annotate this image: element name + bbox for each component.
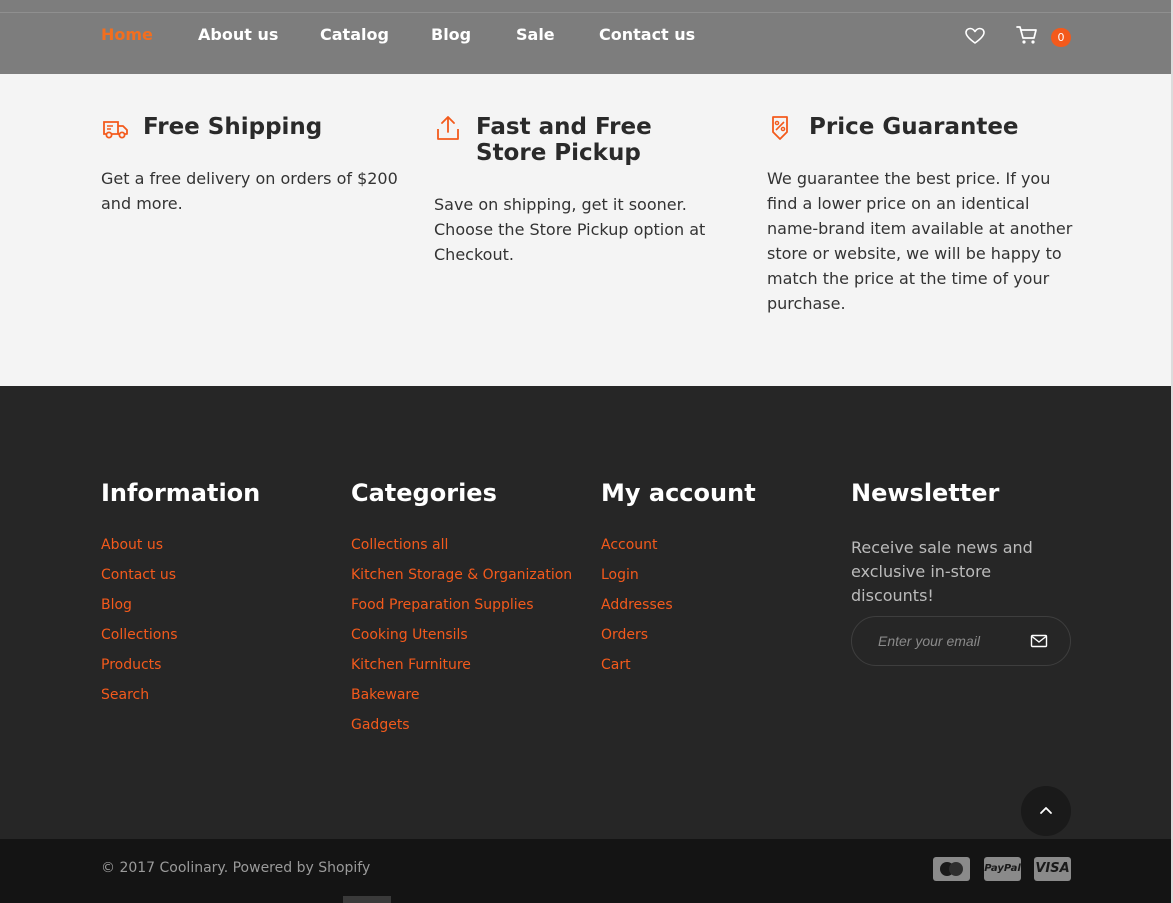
cart-icon[interactable]: [1015, 24, 1039, 46]
footer-link-products[interactable]: Products: [101, 657, 161, 673]
footer-heading: My account: [601, 479, 756, 507]
footer-link-orders[interactable]: Orders: [601, 627, 648, 643]
footer: Information About us Contact us Blog Col…: [0, 386, 1173, 839]
features-section: Free Shipping Get a free delivery on ord…: [0, 74, 1173, 386]
footer-link-blog[interactable]: Blog: [101, 597, 132, 613]
header: Home About us Catalog Blog Sale Contact …: [0, 0, 1173, 74]
main-nav: Home About us Catalog Blog Sale Contact …: [101, 24, 699, 46]
nav-blog[interactable]: Blog: [431, 24, 516, 46]
footer-link-gadgets[interactable]: Gadgets: [351, 717, 410, 733]
nav-contact-us[interactable]: Contact us: [599, 24, 699, 46]
footer-heading: Categories: [351, 479, 497, 507]
newsletter-text: Receive sale news and exclusive in-store…: [851, 538, 1033, 605]
list-item: Collections: [101, 624, 321, 654]
header-divider: [0, 12, 1173, 13]
footer-link-collections-all[interactable]: Collections all: [351, 537, 448, 553]
footer-my-account: My account Account Login Addresses Order…: [601, 478, 821, 684]
footer-newsletter: Newsletter Receive sale news and exclusi…: [851, 478, 1073, 666]
footer-link-search[interactable]: Search: [101, 687, 149, 703]
list-item: Kitchen Storage & Organization: [351, 564, 581, 594]
footer-links: Collections all Kitchen Storage & Organi…: [351, 534, 581, 744]
footer-link-account[interactable]: Account: [601, 537, 658, 553]
price-tag-icon: [767, 114, 797, 142]
truck-icon: [101, 114, 131, 142]
cart-count-badge[interactable]: 0: [1051, 28, 1071, 47]
list-item: Food Preparation Supplies: [351, 594, 581, 624]
list-item: Contact us: [101, 564, 321, 594]
list-item: Orders: [601, 624, 821, 654]
list-item: Gadgets: [351, 714, 581, 744]
upload-icon: [434, 114, 464, 142]
nav-home[interactable]: Home: [101, 24, 198, 46]
footer-link-login[interactable]: Login: [601, 567, 639, 583]
list-item: Login: [601, 564, 821, 594]
footer-links: About us Contact us Blog Collections Pro…: [101, 534, 321, 714]
mastercard-icon: [933, 857, 970, 881]
footer-link-contact-us[interactable]: Contact us: [101, 567, 176, 583]
feature-text: Save on shipping, get it sooner. Choose …: [434, 195, 706, 264]
footer-link-cooking-utensils[interactable]: Cooking Utensils: [351, 627, 468, 643]
list-item: About us: [101, 534, 321, 564]
newsletter-form: [851, 616, 1071, 666]
feature-title: Price Guarantee: [809, 114, 1019, 140]
feature-title: Free Shipping: [143, 114, 323, 140]
list-item: Search: [101, 684, 321, 714]
footer-link-food-preparation[interactable]: Food Preparation Supplies: [351, 597, 534, 613]
footer-link-kitchen-storage[interactable]: Kitchen Storage & Organization: [351, 567, 572, 583]
cookie-bar-tab: [343, 896, 391, 903]
footer-information: Information About us Contact us Blog Col…: [101, 478, 321, 714]
nav-about-us[interactable]: About us: [198, 24, 320, 46]
chevron-up-icon: [1040, 807, 1052, 814]
visa-icon: VISA: [1034, 857, 1071, 881]
wishlist-heart-icon[interactable]: [964, 26, 986, 46]
list-item: Cooking Utensils: [351, 624, 581, 654]
bottom-bar: © 2017 Coolinary. Powered by Shopify Pay…: [0, 839, 1173, 903]
footer-link-about-us[interactable]: About us: [101, 537, 163, 553]
list-item: Collections all: [351, 534, 581, 564]
footer-link-kitchen-furniture[interactable]: Kitchen Furniture: [351, 657, 471, 673]
footer-link-cart[interactable]: Cart: [601, 657, 631, 673]
list-item: Products: [101, 654, 321, 684]
list-item: Blog: [101, 594, 321, 624]
list-item: Addresses: [601, 594, 821, 624]
envelope-icon[interactable]: [1030, 633, 1048, 649]
list-item: Kitchen Furniture: [351, 654, 581, 684]
footer-categories: Categories Collections all Kitchen Stora…: [351, 478, 581, 744]
footer-link-bakeware[interactable]: Bakeware: [351, 687, 420, 703]
feature-title: Fast and Free Store Pickup: [476, 114, 652, 166]
nav-sale[interactable]: Sale: [516, 24, 599, 46]
footer-heading: Newsletter: [851, 479, 1000, 507]
footer-heading: Information: [101, 479, 261, 507]
feature-text: We guarantee the best price. If you find…: [767, 169, 1073, 313]
footer-link-collections[interactable]: Collections: [101, 627, 178, 643]
paypal-icon: PayPal: [984, 857, 1021, 881]
scroll-to-top-button[interactable]: [1021, 786, 1071, 836]
footer-links: Account Login Addresses Orders Cart: [601, 534, 821, 684]
footer-link-addresses[interactable]: Addresses: [601, 597, 673, 613]
copyright-text: © 2017 Coolinary. Powered by Shopify: [101, 860, 371, 876]
list-item: Bakeware: [351, 684, 581, 714]
newsletter-email-input[interactable]: [878, 631, 1028, 651]
nav-catalog[interactable]: Catalog: [320, 24, 431, 46]
list-item: Account: [601, 534, 821, 564]
list-item: Cart: [601, 654, 821, 684]
feature-text: Get a free delivery on orders of $200 an…: [101, 169, 398, 213]
